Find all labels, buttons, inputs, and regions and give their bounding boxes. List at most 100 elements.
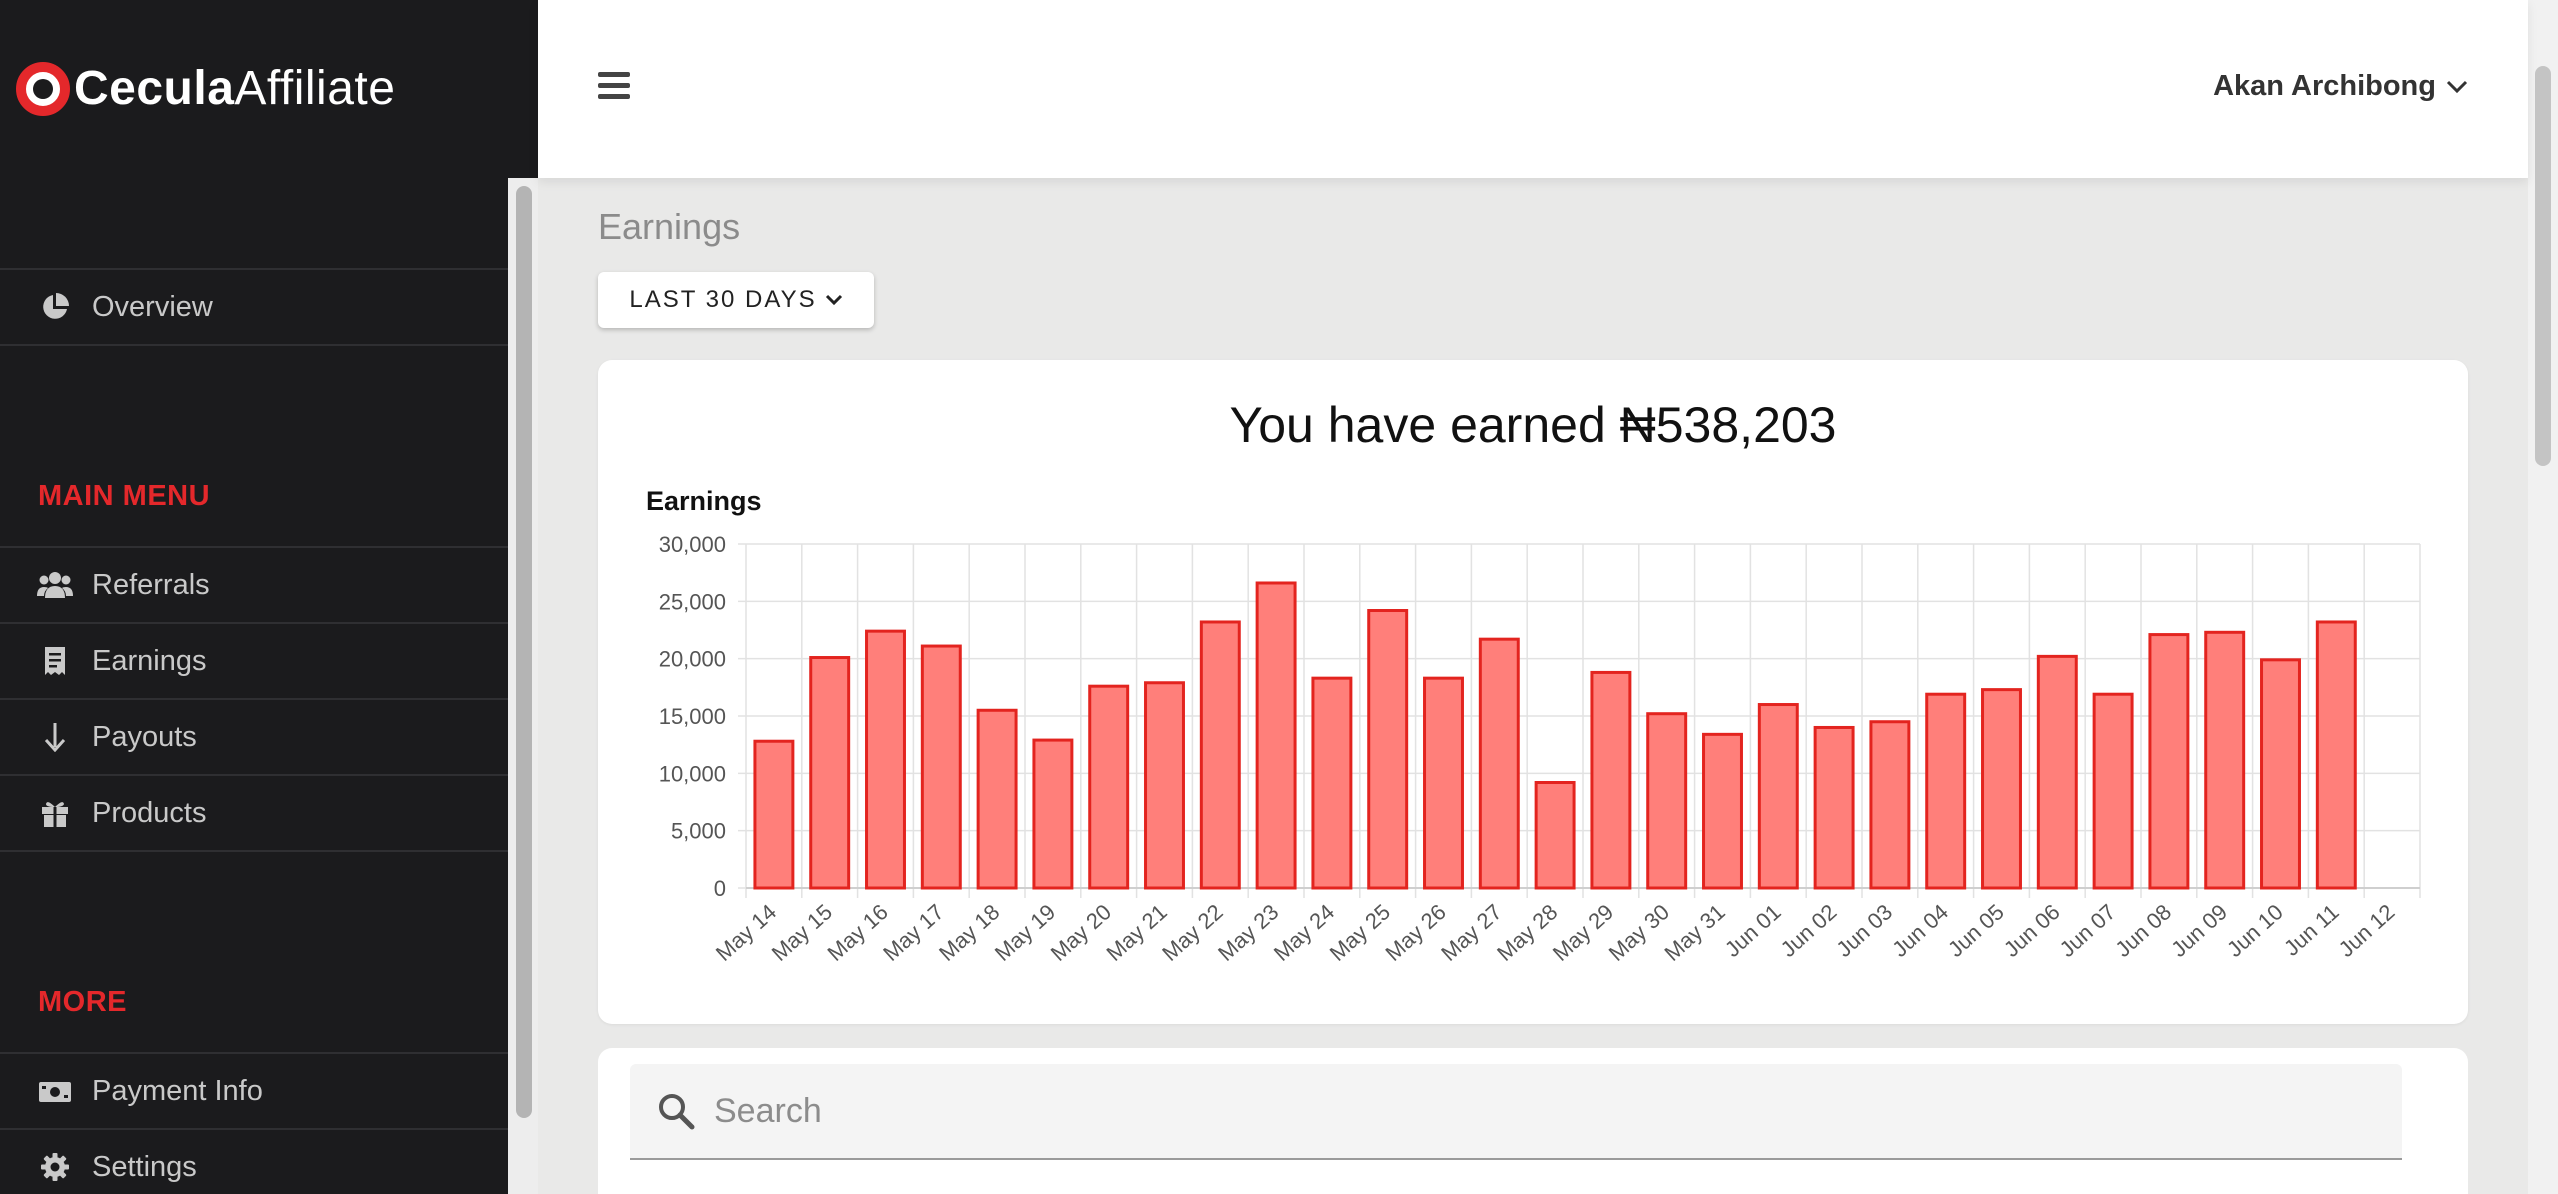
- x-tick-label: Jun 06: [1999, 899, 2065, 962]
- x-tick-label: Jun 01: [1720, 899, 1786, 962]
- x-tick-label: May 22: [1157, 899, 1227, 966]
- x-tick-label: May 26: [1380, 899, 1450, 966]
- user-menu[interactable]: Akan Archibong: [2213, 70, 2468, 103]
- brand-logo[interactable]: CeculaAffiliate: [16, 56, 395, 122]
- bar: [1088, 684, 1130, 890]
- sidebar-scrollbar-thumb[interactable]: [516, 186, 532, 1118]
- page-scrollbar-thumb[interactable]: [2535, 66, 2551, 466]
- search-input[interactable]: [714, 1091, 2314, 1131]
- x-tick-label: May 16: [822, 899, 892, 966]
- x-tick-label: Jun 05: [1943, 899, 2009, 962]
- sidebar-item-earnings[interactable]: Earnings: [0, 624, 508, 698]
- search-icon: [659, 1094, 695, 1130]
- receipt-icon: [36, 646, 74, 676]
- earnings-chart-card: You have earned ₦538,203 Earnings 0 5,000 1…: [598, 360, 2468, 1024]
- x-tick-label: May 21: [1101, 899, 1171, 966]
- bar: [1925, 692, 1967, 890]
- brand-name-bold: Cecula: [74, 62, 235, 115]
- x-tick-label: May 14: [711, 899, 781, 966]
- earnings-bar-chart: Earnings 0 5,000 10,000 15,000 20,000 25,000 30…: [646, 486, 2421, 966]
- bar: [1869, 720, 1911, 890]
- bar: [1478, 637, 1520, 890]
- sidebar-item-label: Overview: [92, 290, 213, 323]
- main-menu-heading: MAIN MENU: [38, 480, 211, 512]
- logo-mark-icon: [16, 62, 70, 116]
- sidebar-divider: [0, 850, 508, 852]
- search-card: [598, 1048, 2468, 1194]
- brand-name-light: Affiliate: [234, 62, 396, 115]
- sidebar-item-overview[interactable]: Overview: [0, 270, 508, 344]
- bar: [1534, 781, 1576, 890]
- bar: [809, 656, 851, 890]
- x-tick-label: May 29: [1548, 899, 1618, 966]
- menu-toggle-icon[interactable]: [598, 72, 630, 100]
- bar: [1813, 725, 1855, 890]
- sidebar-item-label: Earnings: [92, 644, 207, 677]
- brand-name: CeculaAffiliate: [74, 65, 395, 113]
- bar: [1423, 676, 1464, 890]
- x-tick-label: May 28: [1492, 899, 1562, 966]
- sidebar-divider: [0, 344, 508, 346]
- pie-chart-icon: [36, 292, 74, 322]
- date-range-dropdown[interactable]: LAST 30 DAYS: [598, 272, 874, 328]
- sidebar-item-products[interactable]: Products: [0, 776, 508, 850]
- x-tick-label: May 17: [878, 899, 948, 966]
- search-box[interactable]: [630, 1064, 2402, 1160]
- y-tick-label: 15,000: [659, 704, 726, 729]
- sidebar-item-label: Payouts: [92, 720, 197, 753]
- sidebar-item-label: Referrals: [92, 568, 210, 601]
- chevron-down-icon: [825, 294, 842, 306]
- bar: [2092, 692, 2134, 890]
- bar: [1255, 581, 1297, 890]
- bar: [2148, 633, 2190, 890]
- y-tick-label: 5,000: [671, 819, 726, 844]
- money-icon: [36, 1076, 74, 1106]
- sidebar-item-label: Products: [92, 796, 207, 829]
- bar: [1590, 670, 1632, 890]
- bar: [2204, 630, 2246, 890]
- sidebar: CeculaAffiliate Overview MAIN MENU Refer…: [0, 0, 538, 1194]
- sidebar-item-label: Settings: [92, 1150, 197, 1183]
- bar: [2315, 620, 2357, 890]
- date-range-label: LAST 30 DAYS: [629, 286, 817, 313]
- bar: [2036, 654, 2078, 890]
- y-tick-label: 30,000: [659, 532, 726, 557]
- bar: [1646, 712, 1688, 890]
- topbar: Akan Archibong: [538, 0, 2528, 178]
- user-name: Akan Archibong: [2213, 70, 2436, 102]
- x-tick-label: May 24: [1269, 899, 1339, 966]
- bar: [1757, 703, 1799, 890]
- bar: [1199, 620, 1241, 890]
- gear-icon: [36, 1152, 74, 1182]
- bar: [1032, 738, 1074, 890]
- x-tick-label: May 19: [990, 899, 1060, 966]
- arrow-down-icon: [36, 722, 74, 752]
- users-icon: [36, 570, 74, 600]
- bar: [920, 644, 962, 890]
- sidebar-item-label: Payment Info: [92, 1074, 263, 1107]
- bar: [976, 708, 1018, 890]
- x-tick-label: May 31: [1659, 899, 1729, 966]
- x-tick-label: Jun 08: [2110, 899, 2176, 962]
- bar: [1702, 732, 1743, 890]
- x-tick-label: May 30: [1604, 899, 1674, 966]
- bar: [1311, 676, 1353, 890]
- x-tick-label: Jun 11: [2279, 899, 2344, 961]
- x-tick-label: May 25: [1325, 899, 1395, 966]
- x-tick-label: May 20: [1046, 899, 1116, 966]
- y-tick-label: 10,000: [659, 761, 726, 786]
- x-tick-label: Jun 09: [2166, 899, 2232, 962]
- bar: [2260, 658, 2301, 890]
- gift-icon: [36, 798, 74, 828]
- x-tick-label: Jun 10: [2222, 899, 2288, 962]
- x-tick-label: May 15: [767, 899, 837, 966]
- sidebar-item-payment-info[interactable]: Payment Info: [0, 1054, 508, 1128]
- x-tick-label: Jun 03: [1831, 899, 1897, 962]
- sidebar-item-settings[interactable]: Settings: [0, 1130, 508, 1194]
- sidebar-item-payouts[interactable]: Payouts: [0, 700, 508, 774]
- chevron-down-icon: [2446, 80, 2468, 93]
- x-tick-label: Jun 02: [1776, 899, 1842, 962]
- sidebar-item-referrals[interactable]: Referrals: [0, 548, 508, 622]
- bar: [753, 739, 795, 890]
- y-tick-label: 0: [714, 876, 726, 901]
